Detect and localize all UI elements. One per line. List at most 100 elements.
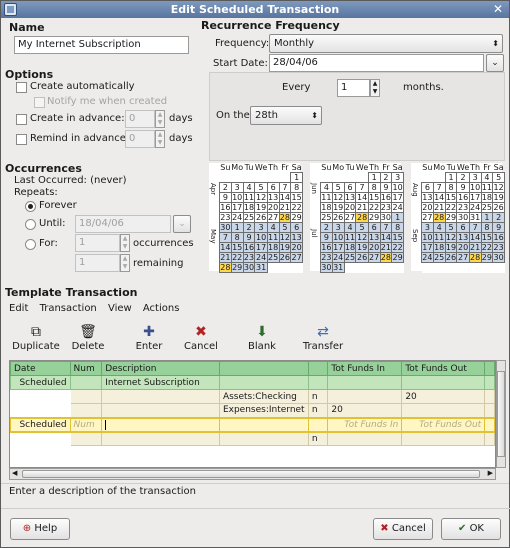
calendar-day[interactable]: 29: [480, 252, 494, 263]
calendar-day[interactable]: 29: [230, 262, 244, 273]
calendar-day[interactable]: 14: [278, 192, 292, 203]
calendar-day[interactable]: [332, 172, 345, 183]
split-reconcile[interactable]: n: [307, 389, 329, 404]
calendar-day[interactable]: 4: [266, 222, 280, 233]
blank-date[interactable]: Scheduled: [10, 416, 71, 433]
calendar-day[interactable]: 17: [331, 242, 345, 253]
calendar-day[interactable]: 27: [343, 212, 357, 223]
calendar-day[interactable]: 13: [421, 192, 434, 203]
calendar-day[interactable]: [290, 262, 303, 273]
calendar-day[interactable]: [320, 172, 333, 183]
row-funds-out[interactable]: [401, 375, 486, 390]
calendar-day[interactable]: 22: [480, 242, 494, 253]
cancel-transaction-button[interactable]: ✖ Cancel: [175, 323, 227, 352]
split-funds-in[interactable]: [327, 431, 403, 446]
calendar-day[interactable]: 5: [331, 182, 345, 193]
calendar-day[interactable]: 20: [343, 202, 357, 213]
calendar-day[interactable]: 4: [432, 222, 446, 233]
calendar-day[interactable]: 1: [480, 212, 494, 223]
calendar-day[interactable]: 4: [343, 222, 357, 233]
for-occurrences-spinner[interactable]: ▲ ▼: [120, 234, 130, 252]
calendar-day[interactable]: 12: [331, 192, 345, 203]
on-the-select[interactable]: 28th ⬍: [250, 106, 322, 125]
scroll-right-icon[interactable]: ▶: [488, 469, 493, 477]
calendar-day[interactable]: [421, 262, 434, 273]
row-description[interactable]: Internet Subscription: [101, 375, 220, 390]
scroll-left-icon[interactable]: ◀: [12, 469, 17, 477]
create-in-advance-checkbox[interactable]: [16, 114, 27, 125]
calendar-day[interactable]: 5: [355, 222, 369, 233]
calendar-day[interactable]: 3: [421, 222, 434, 233]
calendar-day[interactable]: 23: [456, 202, 470, 213]
calendar-day[interactable]: 17: [421, 242, 434, 253]
split-num[interactable]: [69, 389, 103, 404]
calendar-day[interactable]: 8: [391, 222, 404, 233]
calendar-day[interactable]: 28: [278, 212, 292, 223]
calendar-day[interactable]: 18: [343, 242, 357, 253]
calendar-day[interactable]: 24: [391, 202, 404, 213]
create-automatically-checkbox[interactable]: [16, 82, 27, 93]
calendar-day[interactable]: 11: [432, 232, 446, 243]
calendar-day[interactable]: 1: [391, 212, 404, 223]
calendar-day[interactable]: 30: [379, 212, 393, 223]
menu-actions[interactable]: Actions: [143, 303, 180, 314]
calendar-day[interactable]: 8: [367, 182, 381, 193]
calendar-day[interactable]: 16: [456, 192, 470, 203]
calendar-day[interactable]: 14: [219, 242, 232, 253]
calendar-day[interactable]: 3: [468, 172, 482, 183]
cancel-button[interactable]: ✖ Cancel: [373, 518, 433, 540]
calendar-day[interactable]: 15: [480, 232, 494, 243]
calendar-day[interactable]: 15: [230, 242, 244, 253]
calendar-day[interactable]: [267, 262, 279, 273]
calendar-day[interactable]: 17: [254, 242, 268, 253]
calendar-day[interactable]: 9: [456, 182, 470, 193]
calendar-day[interactable]: 14: [379, 232, 393, 243]
remind-in-advance-spinner[interactable]: ▲ ▼: [155, 130, 165, 148]
calendar-day[interactable]: 16: [320, 242, 333, 253]
calendar-day[interactable]: 9: [379, 182, 393, 193]
calendar-day[interactable]: 6: [266, 182, 280, 193]
calendar-day[interactable]: 26: [254, 212, 268, 223]
until-date-dropdown[interactable]: ⌄: [173, 215, 191, 233]
calendar-day[interactable]: 17: [230, 202, 244, 213]
calendar-day[interactable]: 18: [266, 242, 280, 253]
calendar-day[interactable]: 30: [219, 222, 232, 233]
calendar-day[interactable]: [368, 262, 380, 273]
calendar-day[interactable]: 18: [320, 202, 333, 213]
calendar-day[interactable]: 27: [266, 212, 280, 223]
calendar-day[interactable]: 21: [278, 202, 292, 213]
calendar-day[interactable]: 12: [492, 182, 505, 193]
calendar-day[interactable]: 25: [266, 252, 280, 263]
calendar-day[interactable]: 11: [480, 182, 494, 193]
calendar-day[interactable]: 7: [355, 182, 369, 193]
calendar-day[interactable]: 23: [219, 212, 232, 223]
calendar-block[interactable]: Aug Sep Su Mo Tu We Th Fr Sa 1 2 3 4 5 6 7 8 9 10 11 12 13 14 1…: [411, 163, 505, 273]
calendar-day[interactable]: 12: [278, 232, 292, 243]
split-funds-out[interactable]: 20: [401, 389, 486, 404]
calendar-day[interactable]: 16: [242, 242, 256, 253]
calendar-day[interactable]: [344, 172, 356, 183]
transfer-button[interactable]: ⇄ Transfer: [297, 323, 349, 352]
calendar-day[interactable]: 25: [320, 212, 333, 223]
calendar-day[interactable]: 28: [379, 252, 393, 263]
calendar-day[interactable]: 15: [290, 192, 303, 203]
calendar-day[interactable]: 9: [492, 222, 505, 233]
calendar-day[interactable]: 4: [242, 182, 256, 193]
blank-button[interactable]: ⬇ Blank: [236, 323, 288, 352]
calendar-day[interactable]: [355, 172, 369, 183]
calendar-day[interactable]: 16: [219, 202, 232, 213]
calendar-day[interactable]: 21: [432, 202, 446, 213]
calendar-day[interactable]: 6: [456, 222, 470, 233]
create-in-advance-spinner[interactable]: ▲ ▼: [155, 110, 165, 128]
blank-funds-in[interactable]: Tot Funds In: [327, 416, 403, 433]
calendar-day[interactable]: [433, 262, 446, 273]
calendar-day[interactable]: 28: [468, 252, 482, 263]
create-in-advance-input[interactable]: 0: [125, 110, 155, 128]
calendar-day[interactable]: 7: [432, 182, 446, 193]
calendar-day[interactable]: 22: [230, 252, 244, 263]
calendar-day[interactable]: 18: [432, 242, 446, 253]
calendar-day[interactable]: 20: [290, 242, 303, 253]
calendar-day[interactable]: 7: [379, 222, 393, 233]
calendar-day[interactable]: [469, 262, 481, 273]
split-account[interactable]: Assets:Checking: [218, 389, 309, 404]
